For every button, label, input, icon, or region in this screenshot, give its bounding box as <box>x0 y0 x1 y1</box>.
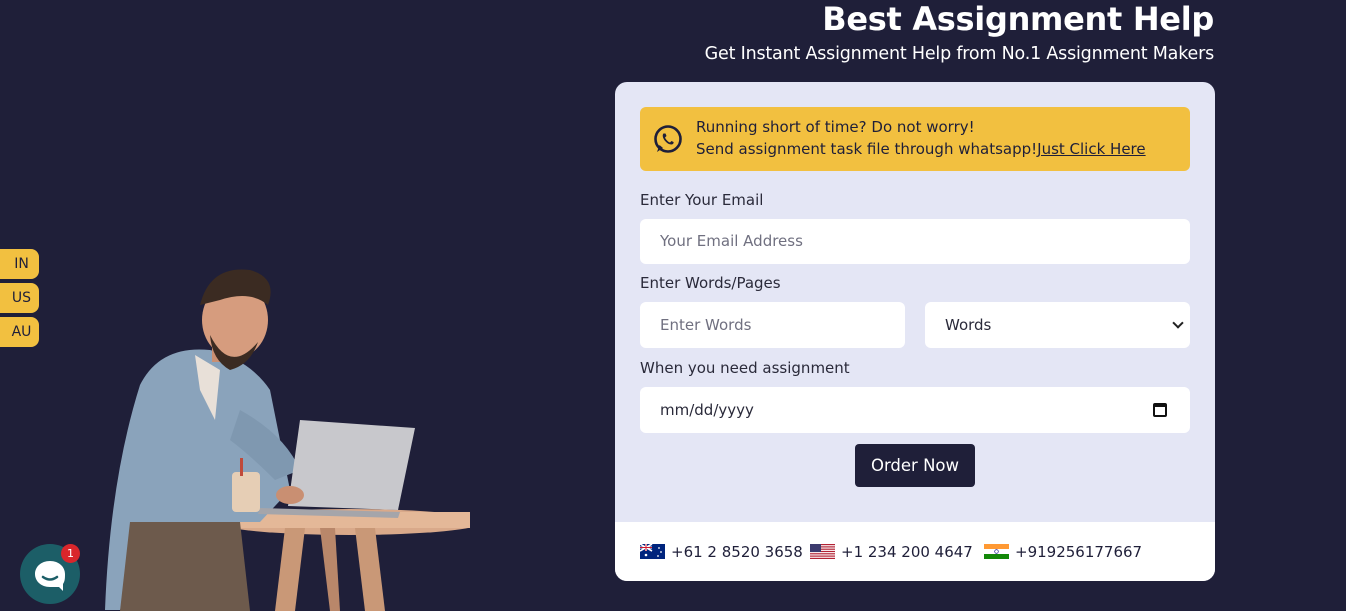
country-switcher: IN US AU <box>0 249 39 351</box>
india-flag-icon <box>984 544 1009 559</box>
country-tab-in[interactable]: IN <box>0 249 39 279</box>
student-laptop-illustration <box>105 269 470 611</box>
whatsapp-icon <box>654 125 682 153</box>
hero-title: Best Assignment Help <box>822 0 1214 38</box>
calendar-icon[interactable] <box>1153 403 1167 417</box>
phone-us[interactable]: +1 234 200 4647 <box>810 522 973 581</box>
whatsapp-banner: Running short of time? Do not worry! Sen… <box>640 107 1190 171</box>
phone-in[interactable]: +919256177667 <box>984 522 1142 581</box>
chevron-down-icon <box>1172 317 1184 329</box>
deadline-label: When you need assignment <box>640 359 850 377</box>
whatsapp-message-line1: Running short of time? Do not worry! <box>696 118 975 136</box>
hero-subtitle: Get Instant Assignment Help from No.1 As… <box>704 44 1215 64</box>
phone-au[interactable]: +61 2 8520 3658 <box>640 522 803 581</box>
phone-au-number: +61 2 8520 3658 <box>671 542 803 561</box>
phone-in-number: +919256177667 <box>1015 542 1143 561</box>
date-placeholder: mm/dd/yyyy <box>660 401 754 419</box>
country-tab-us[interactable]: US <box>0 283 39 313</box>
deadline-date-input[interactable]: mm/dd/yyyy <box>640 387 1190 433</box>
phone-us-number: +1 234 200 4647 <box>841 542 973 561</box>
whatsapp-message-line2: Send assignment task file through whatsa… <box>696 140 1146 158</box>
unit-select[interactable]: Words <box>925 302 1190 348</box>
whatsapp-message-text: Send assignment task file through whatsa… <box>696 140 1038 158</box>
phone-contacts: +61 2 8520 3658 +1 234 200 4647 +9192561… <box>615 522 1215 581</box>
order-form-card: Running short of time? Do not worry! Sen… <box>615 82 1215 581</box>
email-input[interactable]: Your Email Address <box>640 219 1190 264</box>
email-label: Enter Your Email <box>640 191 764 209</box>
order-now-button[interactable]: Order Now <box>855 444 975 487</box>
chat-widget-button[interactable]: 1 <box>20 544 80 604</box>
australia-flag-icon <box>640 544 665 559</box>
notification-badge: 1 <box>61 544 80 563</box>
country-tab-au[interactable]: AU <box>0 317 39 347</box>
words-label: Enter Words/Pages <box>640 274 781 292</box>
words-input[interactable]: Enter Words <box>640 302 905 348</box>
unit-select-value: Words <box>945 316 992 334</box>
whatsapp-click-link[interactable]: Just Click Here <box>1037 140 1145 158</box>
usa-flag-icon <box>810 544 835 559</box>
